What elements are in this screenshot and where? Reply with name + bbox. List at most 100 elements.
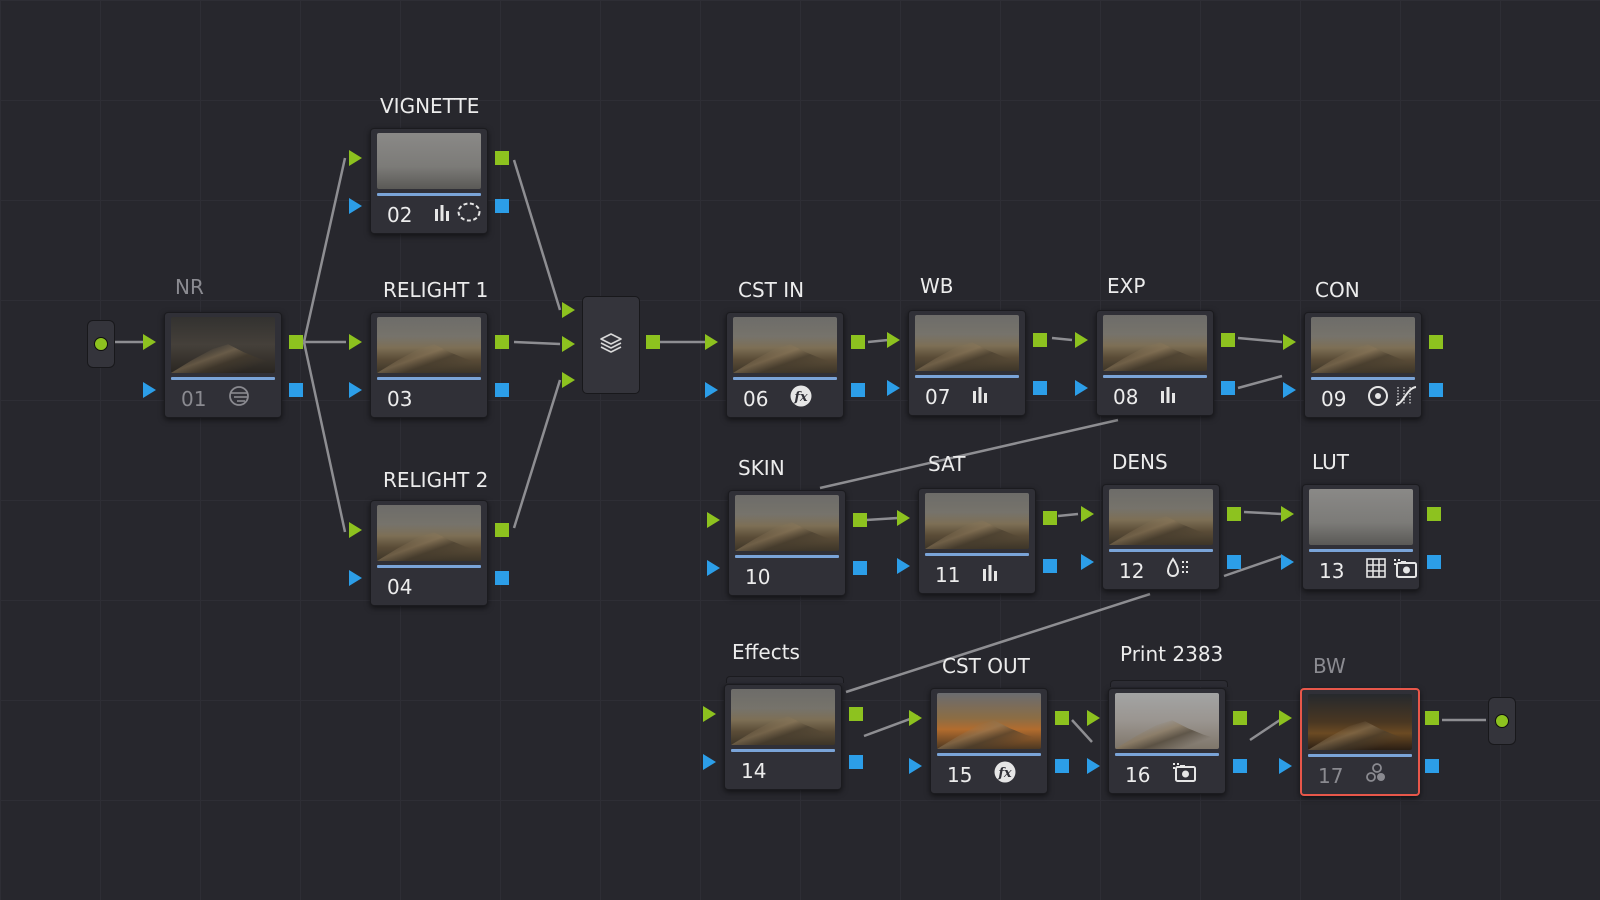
node-08[interactable]: 08 [1096,310,1214,416]
node-17-key-input[interactable] [1279,758,1292,774]
node-key-bar [1308,754,1412,757]
node-08-rgb-output[interactable] [1221,333,1235,347]
node-08-key-input[interactable] [1075,380,1088,396]
node-14-rgb-input[interactable] [703,706,716,722]
node-11-rgb-output[interactable] [1043,511,1057,525]
svg-text:fx: fx [793,390,808,405]
node-08-key-output[interactable] [1221,381,1235,395]
node-16-key-input[interactable] [1087,758,1100,774]
node-13-rgb-output[interactable] [1427,507,1441,521]
node-17-rgb-input[interactable] [1279,710,1292,726]
node-13-rgb-input[interactable] [1281,506,1294,522]
node-12-key-output[interactable] [1227,555,1241,569]
node-02-rgb-output[interactable] [495,151,509,165]
node-09-rgb-output[interactable] [1429,335,1443,349]
node-01[interactable]: 01 [164,312,282,418]
node-01-rgb-input[interactable] [143,334,156,350]
node-03-rgb-output[interactable] [495,335,509,349]
node-02-key-output[interactable] [495,199,509,213]
node-01-rgb-output[interactable] [289,335,303,349]
node-07-key-output[interactable] [1033,381,1047,395]
input-terminal[interactable] [87,320,115,368]
node-04-rgb-input[interactable] [349,522,362,538]
node-04-key-output[interactable] [495,571,509,585]
node-number: 02 [387,203,413,227]
node-15-key-input[interactable] [909,758,922,774]
node-13[interactable]: 13 [1302,484,1420,590]
node-12-rgb-output[interactable] [1227,507,1241,521]
input-terminal-dot[interactable] [94,337,108,351]
node-12-key-input[interactable] [1081,554,1094,570]
node-11-key-input[interactable] [897,558,910,574]
wire-08-to-09-key [1237,374,1283,390]
node-03-rgb-input[interactable] [349,334,362,350]
node-15[interactable]: 15 fx [930,688,1048,794]
node-10-rgb-input[interactable] [707,512,720,528]
node-12[interactable]: 12 [1102,484,1220,590]
node-09-key-output[interactable] [1429,383,1443,397]
node-06[interactable]: 06 fx [726,312,844,418]
node-number: 16 [1125,763,1151,787]
node-01-key-input[interactable] [143,382,156,398]
node-label-04: RELIGHT 2 [383,468,489,492]
node-16-rgb-output[interactable] [1233,711,1247,725]
node-15-rgb-output[interactable] [1055,711,1069,725]
node-13-key-output[interactable] [1427,555,1441,569]
node-07-rgb-output[interactable] [1033,333,1047,347]
node-03-key-output[interactable] [495,383,509,397]
node-07-rgb-input[interactable] [887,332,900,348]
node-03-key-input[interactable] [349,382,362,398]
node-09[interactable]: 09 [1304,312,1422,418]
node-01-key-output[interactable] [289,383,303,397]
node-07[interactable]: 07 [908,310,1026,416]
node-14-key-output[interactable] [849,755,863,769]
node-03[interactable]: 03 [370,312,488,418]
node-12-rgb-input[interactable] [1081,506,1094,522]
node-14-rgb-output[interactable] [849,707,863,721]
layer-mixer-node[interactable] [582,296,640,394]
mixer-input-3[interactable] [562,372,575,388]
mixer-input-1[interactable] [562,302,575,318]
node-10-rgb-output[interactable] [853,513,867,527]
node-10-key-output[interactable] [853,561,867,575]
node-02-key-input[interactable] [349,198,362,214]
node-16[interactable]: 16 [1108,688,1226,794]
node-06-rgb-output[interactable] [851,335,865,349]
node-16-rgb-input[interactable] [1087,710,1100,726]
node-14-key-input[interactable] [703,754,716,770]
node-11[interactable]: 11 [918,488,1036,594]
node-08-rgb-input[interactable] [1075,332,1088,348]
node-04[interactable]: 04 [370,500,488,606]
node-17-rgb-output[interactable] [1425,711,1439,725]
node-04-key-input[interactable] [349,570,362,586]
output-terminal[interactable] [1488,697,1516,745]
node-06-key-output[interactable] [851,383,865,397]
node-14[interactable]: 14 [724,684,842,790]
node-17-key-output[interactable] [1425,759,1439,773]
mixer-output[interactable] [646,335,660,349]
node-09-rgb-input[interactable] [1283,334,1296,350]
output-terminal-dot[interactable] [1495,714,1509,728]
node-10[interactable]: 10 [728,490,846,596]
node-editor-canvas[interactable]: NR 01 VIGNETTE 02 RELIGHT 1 03 RELIGHT 2 04 CST … [0,0,1600,900]
node-04-rgb-output[interactable] [495,523,509,537]
node-15-key-output[interactable] [1055,759,1069,773]
node-number: 15 [947,763,973,787]
node-10-key-input[interactable] [707,560,720,576]
node-15-rgb-input[interactable] [909,710,922,726]
node-02[interactable]: 02 [370,128,488,234]
wire-01-to-02 [302,157,347,343]
node-06-rgb-input[interactable] [705,334,718,350]
node-11-rgb-input[interactable] [897,510,910,526]
mixer-input-2[interactable] [562,336,575,352]
node-17[interactable]: 17 [1300,688,1420,796]
node-number: 11 [935,563,961,587]
node-16-key-output[interactable] [1233,759,1247,773]
node-key-bar [1103,375,1207,378]
node-11-key-output[interactable] [1043,559,1057,573]
node-07-key-input[interactable] [887,380,900,396]
node-02-rgb-input[interactable] [349,150,362,166]
node-06-key-input[interactable] [705,382,718,398]
node-09-key-input[interactable] [1283,382,1296,398]
node-13-key-input[interactable] [1281,554,1294,570]
